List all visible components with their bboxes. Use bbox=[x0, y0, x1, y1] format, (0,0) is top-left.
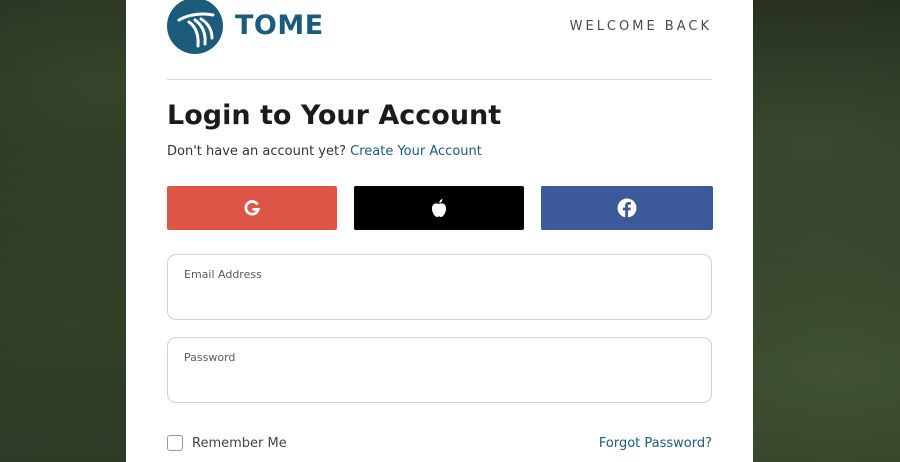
remember-me[interactable]: Remember Me bbox=[167, 435, 287, 451]
apple-login-button[interactable] bbox=[354, 186, 524, 230]
apple-icon bbox=[432, 199, 446, 217]
header-divider bbox=[167, 79, 712, 80]
email-input[interactable] bbox=[184, 287, 694, 309]
signup-prompt: Don't have an account yet? Create Your A… bbox=[167, 144, 482, 159]
brand-name: TOME bbox=[235, 9, 324, 41]
facebook-login-button[interactable] bbox=[541, 186, 713, 230]
password-input[interactable] bbox=[184, 370, 694, 392]
password-field[interactable]: Password bbox=[167, 337, 712, 403]
welcome-text: WELCOME BACK bbox=[569, 19, 712, 34]
signup-prompt-text: Don't have an account yet? bbox=[167, 144, 346, 159]
email-field[interactable]: Email Address bbox=[167, 254, 712, 320]
remember-me-checkbox[interactable] bbox=[167, 435, 183, 451]
forgot-password-link[interactable]: Forgot Password? bbox=[599, 436, 712, 451]
page-title: Login to Your Account bbox=[167, 100, 502, 131]
email-label: Email Address bbox=[184, 268, 262, 281]
facebook-icon bbox=[617, 198, 637, 218]
google-login-button[interactable] bbox=[167, 186, 337, 230]
brand-logo[interactable]: TOME bbox=[167, 0, 324, 56]
google-g-icon bbox=[244, 200, 261, 216]
login-card: TOME WELCOME BACK Login to Your Account … bbox=[126, 0, 753, 462]
create-account-link[interactable]: Create Your Account bbox=[350, 144, 482, 159]
tome-logo-icon bbox=[167, 0, 223, 54]
remember-me-label[interactable]: Remember Me bbox=[192, 436, 287, 451]
password-label: Password bbox=[184, 351, 236, 364]
